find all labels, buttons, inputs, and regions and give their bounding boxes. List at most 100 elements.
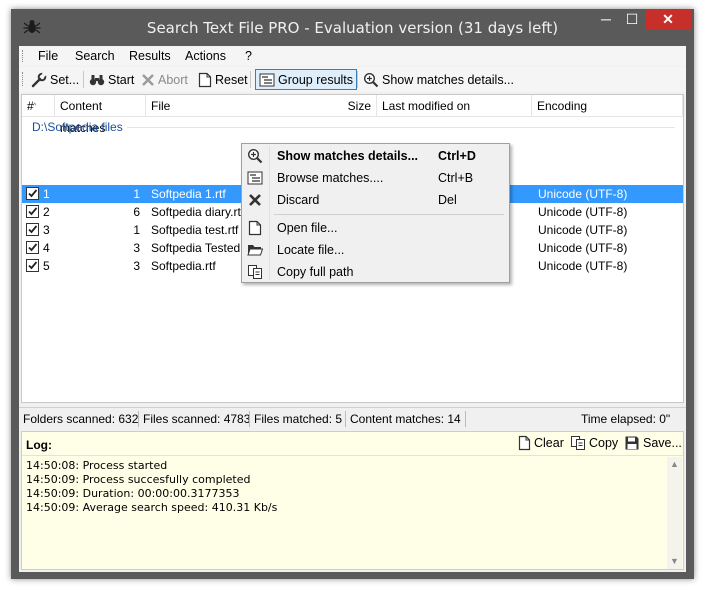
row-content-matches: 3: [133, 241, 140, 255]
ctx-label: Browse matches....: [277, 171, 384, 185]
start-button[interactable]: Start: [86, 69, 137, 90]
toolbar-separator: [250, 71, 251, 88]
status-files-scanned: Files scanned: 4783: [143, 412, 251, 426]
row-checkbox[interactable]: [26, 187, 39, 200]
context-menu: Show matches details... Ctrl+D Browse ma…: [241, 143, 510, 283]
checkmark-icon: [28, 225, 38, 234]
menu-file[interactable]: File: [38, 49, 58, 63]
log-header: Log: Clear Copy Save...: [22, 432, 683, 456]
status-separator: [138, 411, 139, 427]
ctx-label: Discard: [277, 193, 320, 207]
start-label: Start: [108, 72, 135, 87]
file-icon: [248, 220, 262, 236]
row-checkbox[interactable]: [26, 259, 39, 272]
binoculars-icon: [89, 74, 105, 85]
row-content-matches: 3: [133, 259, 140, 273]
menu-actions[interactable]: Actions: [185, 49, 226, 63]
status-time-elapsed: Time elapsed: 0": [581, 412, 671, 426]
settings-button[interactable]: Set...: [28, 69, 82, 90]
close-button[interactable]: ✕: [645, 9, 691, 30]
toolbar-separator: [357, 71, 358, 88]
checkmark-icon: [28, 261, 38, 270]
show-matches-label: Show matches details...: [382, 72, 515, 87]
discard-icon: [249, 194, 261, 206]
row-number: 1: [43, 187, 50, 201]
menu-bar: File Search Results Actions ?: [19, 46, 686, 66]
log-line: 14:50:09: Average search speed: 410.31 K…: [26, 501, 278, 514]
ctx-copy-full-path[interactable]: Copy full path: [244, 261, 507, 283]
row-encoding: Unicode (UTF-8): [538, 205, 628, 219]
col-last-modified[interactable]: Last modified on: [377, 95, 532, 117]
ctx-show-matches-details[interactable]: Show matches details... Ctrl+D: [244, 145, 507, 167]
log-line: 14:50:09: Duration: 00:00:00.3177353: [26, 487, 240, 500]
toolbar-grip[interactable]: [22, 72, 25, 86]
menu-grip[interactable]: [22, 50, 25, 62]
abort-x-icon: [142, 73, 154, 86]
menu-search[interactable]: Search: [75, 49, 115, 63]
status-separator: [465, 411, 466, 427]
reset-label: Reset: [215, 72, 248, 87]
list-header: ^ # Content matches File Size Last modif…: [22, 95, 683, 135]
row-number: 4: [43, 241, 50, 255]
reset-button[interactable]: Reset: [195, 69, 251, 90]
row-file-name: Softpedia.rtf: [151, 259, 216, 273]
ctx-label: Copy full path: [277, 265, 354, 279]
status-bar: Folders scanned: 632 Files scanned: 4783…: [19, 407, 686, 429]
log-line: 14:50:08: Process started: [26, 459, 168, 472]
status-separator: [249, 411, 250, 427]
scroll-up-icon[interactable]: ▲: [670, 459, 679, 469]
ctx-label: Locate file...: [277, 243, 345, 257]
browse-icon: [247, 171, 263, 185]
minimize-button[interactable]: ─: [593, 9, 619, 30]
row-encoding: Unicode (UTF-8): [538, 223, 628, 237]
log-scrollbar[interactable]: ▲ ▼: [667, 457, 682, 569]
ctx-separator: [274, 214, 504, 215]
abort-button[interactable]: Abort: [138, 69, 191, 90]
wrench-icon: [31, 71, 47, 87]
col-size[interactable]: Size: [327, 95, 377, 117]
log-lines[interactable]: 14:50:08: Process started 14:50:09: Proc…: [26, 459, 277, 515]
folder-icon: [247, 245, 263, 256]
log-save-label: Save...: [643, 436, 682, 450]
row-checkbox[interactable]: [26, 223, 39, 236]
toolbar-separator: [83, 71, 84, 88]
copy-icon: [571, 436, 585, 450]
status-files-matched: Files matched: 5: [254, 412, 343, 426]
sort-up-icon: ^: [33, 103, 37, 110]
status-folders-scanned: Folders scanned: 632: [23, 412, 139, 426]
ctx-shortcut: Ctrl+B: [438, 171, 474, 185]
row-file-name: Softpedia 1.rtf: [151, 187, 226, 201]
col-encoding[interactable]: Encoding: [532, 95, 683, 117]
ctx-label: Open file...: [277, 221, 338, 235]
row-number: 5: [43, 259, 50, 273]
scroll-down-icon[interactable]: ▼: [670, 556, 679, 566]
row-checkbox[interactable]: [26, 205, 39, 218]
row-content-matches: 1: [133, 187, 140, 201]
ctx-locate-file[interactable]: Locate file...: [244, 239, 507, 261]
show-matches-button[interactable]: Show matches details...: [360, 69, 517, 90]
blank-page-icon: [198, 72, 212, 87]
menu-help[interactable]: ?: [245, 49, 252, 63]
col-content-matches[interactable]: Content matches: [55, 95, 146, 135]
row-content-matches: 6: [133, 205, 140, 219]
blank-page-icon: [518, 435, 531, 451]
ctx-discard[interactable]: Discard Del: [244, 189, 507, 211]
ctx-open-file[interactable]: Open file...: [244, 217, 507, 239]
ctx-browse-matches[interactable]: Browse matches.... Ctrl+B: [244, 167, 507, 189]
ctx-shortcut: Del: [438, 193, 457, 207]
group-divider: [127, 127, 675, 128]
group-results-toggle[interactable]: Group results: [255, 69, 358, 90]
client-area: File Search Results Actions ? Set... Sta…: [19, 46, 686, 572]
row-encoding: Unicode (UTF-8): [538, 259, 628, 273]
maximize-button[interactable]: ☐: [619, 9, 645, 30]
log-copy-button[interactable]: Copy: [570, 435, 618, 451]
row-checkbox[interactable]: [26, 241, 39, 254]
menu-results[interactable]: Results: [129, 49, 171, 63]
col-num[interactable]: ^ #: [22, 95, 55, 117]
row-encoding: Unicode (UTF-8): [538, 241, 628, 255]
group-header[interactable]: D:\Softpedia files: [32, 120, 123, 134]
log-save-button[interactable]: Save...: [624, 435, 682, 451]
title-bar[interactable]: Search Text File PRO - Evaluation versio…: [11, 9, 694, 46]
row-number: 2: [43, 205, 50, 219]
log-clear-button[interactable]: Clear: [518, 435, 564, 451]
